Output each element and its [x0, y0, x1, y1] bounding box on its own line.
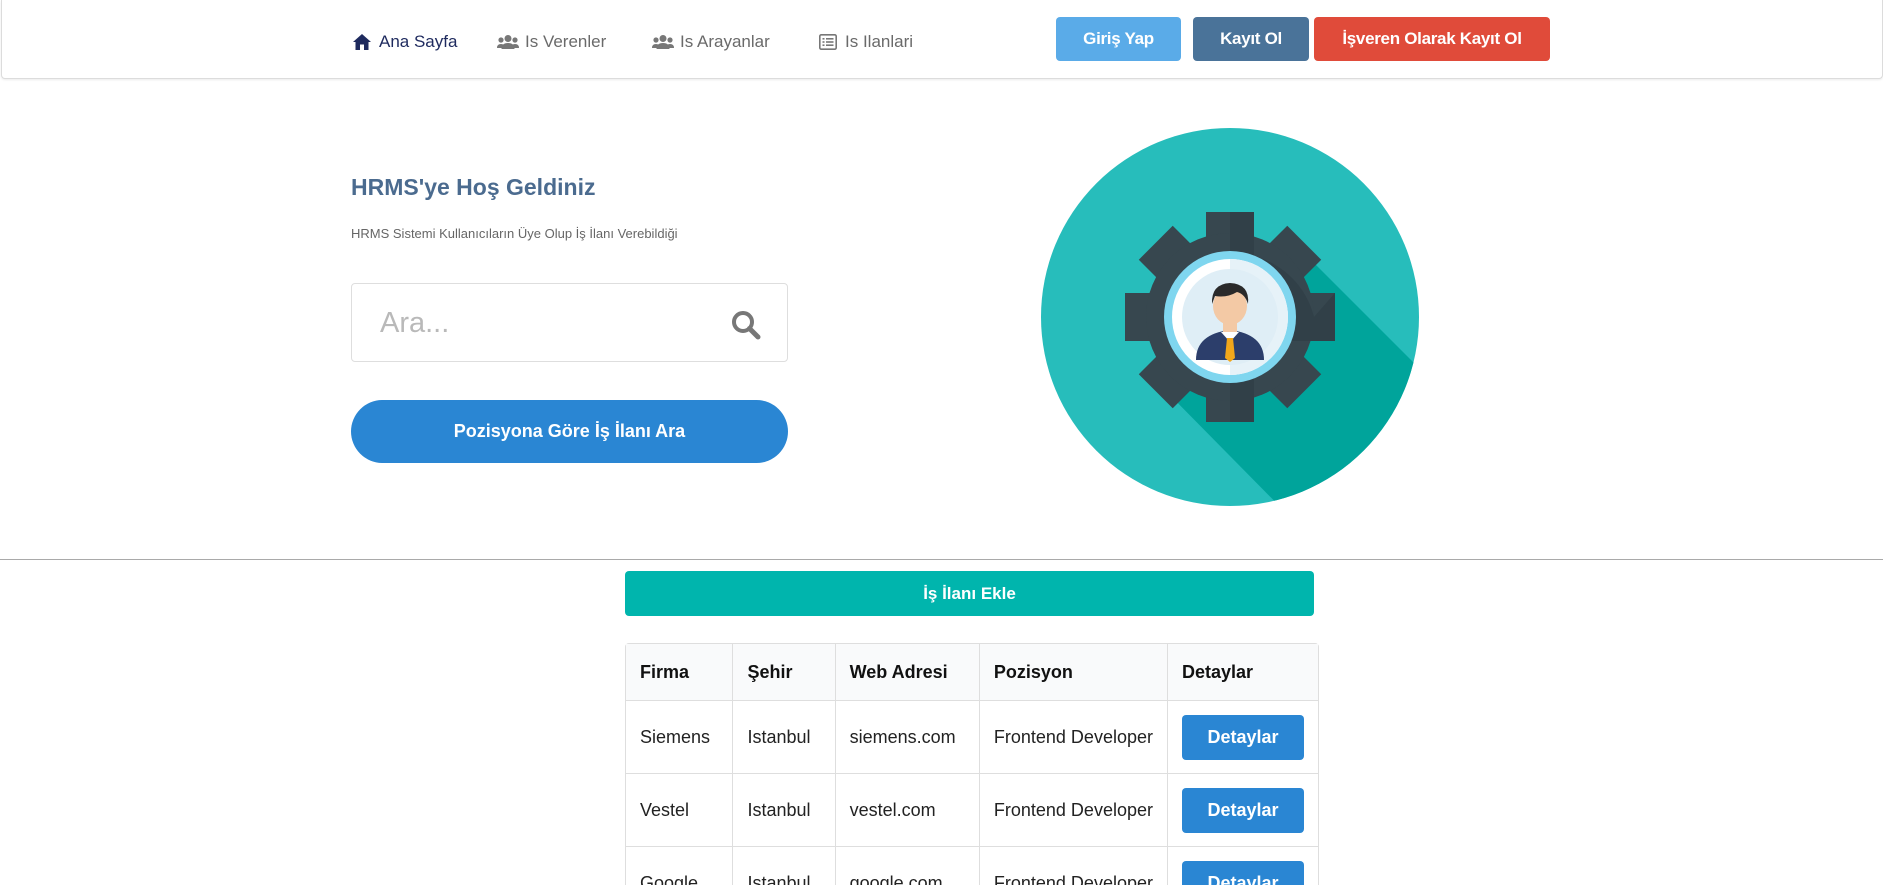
cell-position: Frontend Developer: [978, 701, 1167, 774]
table-row: Vestel Istanbul vestel.com Frontend Deve…: [626, 774, 1318, 847]
job-listings-table: Firma Şehir Web Adresi Pozisyon Detaylar…: [625, 643, 1319, 885]
users-icon: [652, 32, 674, 52]
add-job-posting-button[interactable]: İş İlanı Ekle: [625, 571, 1314, 616]
employer-register-button[interactable]: İşveren Olarak Kayıt Ol: [1314, 17, 1550, 61]
user-gear-icon: [1041, 128, 1419, 506]
column-header-position: Pozisyon: [978, 644, 1167, 701]
nav-item-home[interactable]: Ana Sayfa: [351, 30, 457, 54]
nav-item-label: Is Ilanlari: [845, 32, 914, 51]
cell-position: Frontend Developer: [978, 847, 1167, 885]
cell-website: vestel.com: [834, 774, 979, 847]
page-subtitle: HRMS Sistemi Kullanıcıların Üye Olup İş …: [351, 226, 678, 241]
cell-city: Istanbul: [732, 774, 835, 847]
cell-city: Istanbul: [732, 847, 834, 885]
section-divider: [0, 559, 1883, 560]
cell-city: Istanbul: [732, 701, 835, 774]
nav-item-job-seekers[interactable]: Is Arayanlar: [652, 30, 770, 54]
list-icon: [817, 32, 839, 52]
cell-company: Siemens: [626, 701, 733, 774]
search-by-position-button[interactable]: Pozisyona Göre İş İlanı Ara: [351, 400, 788, 463]
cell-details: Detaylar: [1167, 701, 1318, 774]
cell-details: Detaylar: [1167, 847, 1318, 885]
cell-website: siemens.com: [834, 701, 979, 774]
nav-item-label: Is Arayanlar: [680, 32, 770, 51]
search-icon[interactable]: [730, 309, 762, 341]
column-header-details: Detaylar: [1167, 644, 1318, 701]
cell-company: Google: [626, 847, 732, 885]
column-header-city: Şehir: [732, 644, 835, 701]
nav-item-label: Is Verenler: [525, 32, 607, 51]
cell-website: google.com: [834, 847, 979, 885]
nav-item-label: Ana Sayfa: [379, 32, 458, 51]
column-header-company: Firma: [626, 644, 733, 701]
cell-details: Detaylar: [1167, 774, 1318, 847]
table-row: Google Istanbul google.com Frontend Deve…: [626, 847, 1318, 885]
search-input[interactable]: [380, 302, 710, 344]
table-header-row: Firma Şehir Web Adresi Pozisyon Detaylar: [626, 644, 1318, 701]
register-button[interactable]: Kayıt Ol: [1193, 17, 1309, 61]
page-title: HRMS'ye Hoş Geldiniz: [351, 174, 596, 200]
details-button[interactable]: Detaylar: [1182, 860, 1304, 885]
search-box: [351, 283, 788, 362]
top-navbar: Ana Sayfa Is Verenler Is Arayanlar Is Il…: [1, 0, 1883, 79]
users-icon: [497, 32, 519, 52]
details-button[interactable]: Detaylar: [1182, 714, 1304, 760]
column-header-website: Web Adresi: [834, 644, 979, 701]
cell-position: Frontend Developer: [978, 774, 1167, 847]
login-button[interactable]: Giriş Yap: [1056, 17, 1181, 61]
nav-item-job-listings[interactable]: Is Ilanlari: [817, 30, 913, 54]
home-icon: [351, 32, 373, 52]
table-row: Siemens Istanbul siemens.com Frontend De…: [626, 701, 1318, 774]
details-button[interactable]: Detaylar: [1182, 787, 1304, 833]
nav-item-employers[interactable]: Is Verenler: [497, 30, 606, 54]
cell-company: Vestel: [626, 774, 733, 847]
